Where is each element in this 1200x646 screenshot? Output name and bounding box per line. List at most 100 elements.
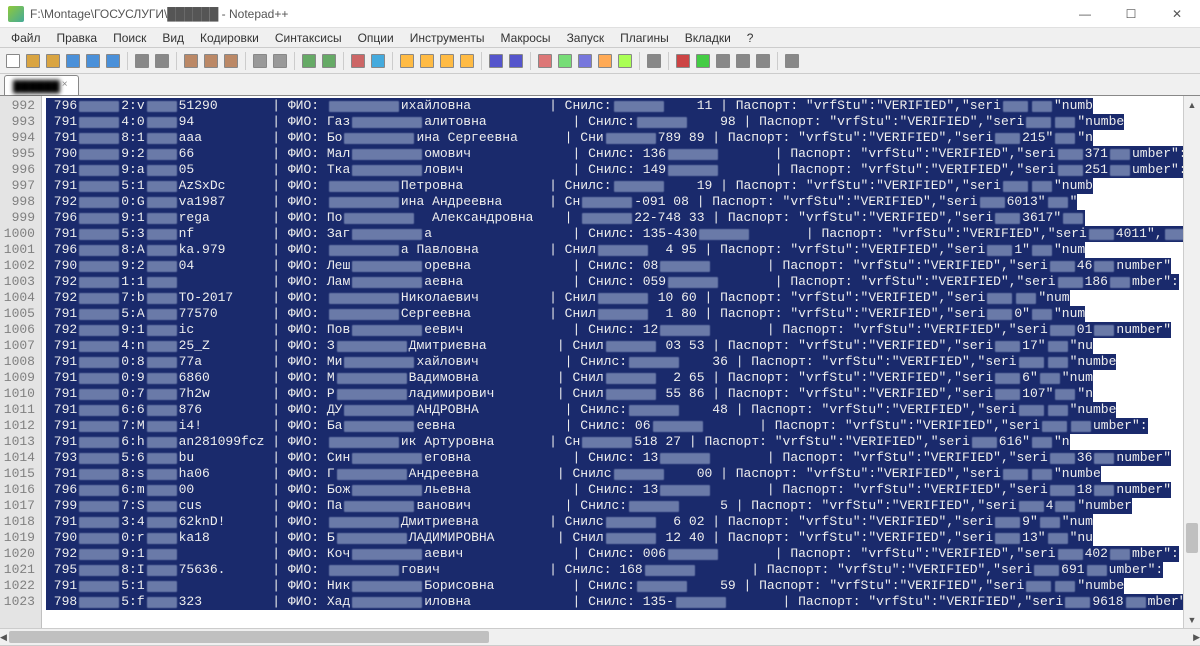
toolbar-button-8[interactable]: [153, 52, 171, 70]
toolbar-button-0[interactable]: [4, 52, 22, 70]
text-line[interactable]: 7910:877а | ФИО: Михайлович | Снилс: 36 …: [46, 354, 1200, 370]
menu-плагины[interactable]: Плагины: [613, 29, 676, 47]
text-line[interactable]: 7915:A77570 | ФИО: Сергеевна | Снил 1 80…: [46, 306, 1200, 322]
text-line[interactable]: 7920:Gva1987 | ФИО: ина Андреевна | Сн-0…: [46, 194, 1200, 210]
text-line[interactable]: 7917:Mi4! | ФИО: Баеевна | Снилс: 06 | П…: [46, 418, 1200, 434]
text-line[interactable]: 7969:1rega | ФИО: По Александровна | 22-…: [46, 210, 1200, 226]
toolbar-button-40[interactable]: [694, 52, 712, 70]
toolbar-button-32[interactable]: [556, 52, 574, 70]
toolbar-button-23[interactable]: [398, 52, 416, 70]
text-line[interactable]: 7909:266 | ФИО: Маломович | Снилс: 136 |…: [46, 146, 1200, 162]
scroll-thumb[interactable]: [9, 631, 489, 643]
menu-макросы[interactable]: Макросы: [494, 29, 558, 47]
menu-кодировки[interactable]: Кодировки: [193, 29, 266, 47]
toolbar-button-28[interactable]: [487, 52, 505, 70]
toolbar-button-24[interactable]: [418, 52, 436, 70]
text-line[interactable]: 7966:m00 | ФИО: Божльевна | Снилс: 13 | …: [46, 482, 1200, 498]
toolbar-button-35[interactable]: [616, 52, 634, 70]
toolbar-button-45[interactable]: [783, 52, 801, 70]
toolbar-button-17[interactable]: [300, 52, 318, 70]
scroll-thumb[interactable]: [1186, 523, 1198, 553]
text-line[interactable]: 7968:Aka.979 | ФИО: а Павловна | Снил 4 …: [46, 242, 1200, 258]
menu-файл[interactable]: Файл: [4, 29, 48, 47]
tab-close-icon[interactable]: ×: [62, 79, 74, 91]
menu-правка[interactable]: Правка: [50, 29, 105, 47]
toolbar-button-14[interactable]: [251, 52, 269, 70]
toolbar-button-10[interactable]: [182, 52, 200, 70]
toolbar-button-4[interactable]: [84, 52, 102, 70]
menu-вид[interactable]: Вид: [155, 29, 191, 47]
text-line[interactable]: 7958:I75636. | ФИО: гович | Снилс: 168 |…: [46, 562, 1200, 578]
text-line[interactable]: 7910:96860 | ФИО: МВадимовна | Снил 2 65…: [46, 370, 1200, 386]
vertical-scrollbar[interactable]: ▲ ▼: [1183, 96, 1200, 628]
maximize-button[interactable]: ☐: [1108, 0, 1154, 28]
text-line[interactable]: 7916:6876 | ФИО: ДУАНДРОВНА | Снилс: 48 …: [46, 402, 1200, 418]
text-line[interactable]: 7929:1ic | ФИО: Повеевич | Снилс: 12 | П…: [46, 322, 1200, 338]
titlebar: F:\Montage\ГОСУСЛУГИ\██████ - Notepad++ …: [0, 0, 1200, 28]
text-line[interactable]: 7909:204 | ФИО: Лешоревна | Снилс: 08 | …: [46, 258, 1200, 274]
text-line[interactable]: 7985:f323 | ФИО: Хадиловна | Снилс: 135-…: [46, 594, 1200, 610]
toolbar-button-33[interactable]: [576, 52, 594, 70]
text-line[interactable]: 7935:6bu | ФИО: Синеговна | Снилс: 13 | …: [46, 450, 1200, 466]
toolbar-button-12[interactable]: [222, 52, 240, 70]
horizontal-scrollbar[interactable]: ◀ ▶: [0, 628, 1200, 645]
toolbar-button-15[interactable]: [271, 52, 289, 70]
toolbar-button-20[interactable]: [349, 52, 367, 70]
toolbar-button-37[interactable]: [645, 52, 663, 70]
toolbar-button-25[interactable]: [438, 52, 456, 70]
scroll-left-icon[interactable]: ◀: [0, 629, 7, 646]
editor[interactable]: 9929939949959969979989991000100110021003…: [0, 96, 1200, 628]
text-line[interactable]: 7997:Scus | ФИО: Паванович | Снилс: 5 | …: [46, 498, 1200, 514]
toolbar-button-43[interactable]: [754, 52, 772, 70]
text-line[interactable]: 7918:sha06 | ФИО: ГАндреевна | Снилс 00 …: [46, 466, 1200, 482]
text-line[interactable]: 7915:3nf | ФИО: Зага | Снилс: 135-430 | …: [46, 226, 1200, 242]
text-line[interactable]: 7916:han281099fcz | ФИО: ик Артуровна | …: [46, 434, 1200, 450]
text-line[interactable]: 7919:a05 | ФИО: Ткалович | Снилс: 149 | …: [46, 162, 1200, 178]
text-line[interactable]: 7913:462knD! | ФИО: Дмитриевна | Снилс 6…: [46, 514, 1200, 530]
file-tab[interactable]: ██████ ×: [4, 75, 79, 95]
close-button[interactable]: ✕: [1154, 0, 1200, 28]
text-line[interactable]: 7914:094 | ФИО: Газалитовна | Снилс: 98 …: [46, 114, 1200, 130]
scroll-right-icon[interactable]: ▶: [1193, 629, 1200, 646]
menu-?[interactable]: ?: [740, 29, 761, 47]
text-line[interactable]: 7927:bТО-2017 | ФИО: Николаевич | Снил 1…: [46, 290, 1200, 306]
text-line[interactable]: 7921:1 | ФИО: Ламаевна | Снилс: 059 | Па…: [46, 274, 1200, 290]
toolbar-button-29[interactable]: [507, 52, 525, 70]
menu-поиск[interactable]: Поиск: [106, 29, 153, 47]
toolbar-button-41[interactable]: [714, 52, 732, 70]
app-icon: [8, 6, 24, 22]
toolbar-button-2[interactable]: [44, 52, 62, 70]
toolbar-button-7[interactable]: [133, 52, 151, 70]
toolbar-button-31[interactable]: [536, 52, 554, 70]
text-line[interactable]: 7962:v51290 | ФИО: ихайловна | Снилс: 11…: [46, 98, 1200, 114]
text-line[interactable]: 7915:1 | ФИО: НикБорисовна | Снилс: 59 |…: [46, 578, 1200, 594]
toolbar-button-39[interactable]: [674, 52, 692, 70]
text-line[interactable]: 7929:1 | ФИО: Кочаевич | Снилс: 006 | Па…: [46, 546, 1200, 562]
toolbar-button-3[interactable]: [64, 52, 82, 70]
toolbar-button-5[interactable]: [104, 52, 122, 70]
text-line[interactable]: 7914:n25_Z | ФИО: ЗДмитриевна | Снил 03 …: [46, 338, 1200, 354]
text-line[interactable]: 7900:rka18 | ФИО: БЛАДИМИРОВНА | Снил 12…: [46, 530, 1200, 546]
toolbar-button-21[interactable]: [369, 52, 387, 70]
toolbar-button-42[interactable]: [734, 52, 752, 70]
text-line[interactable]: 7915:1AzSxDc | ФИО: Петровна | Снилс: 19…: [46, 178, 1200, 194]
menu-инструменты[interactable]: Инструменты: [403, 29, 492, 47]
toolbar-button-34[interactable]: [596, 52, 614, 70]
toolbar-button-11[interactable]: [202, 52, 220, 70]
toolbar-button-1[interactable]: [24, 52, 42, 70]
minimize-button[interactable]: —: [1062, 0, 1108, 28]
menu-опции[interactable]: Опции: [351, 29, 401, 47]
toolbar-button-26[interactable]: [458, 52, 476, 70]
toolbar: [0, 48, 1200, 74]
toolbar-button-18[interactable]: [320, 52, 338, 70]
tab-label: ██████: [13, 81, 60, 91]
menu-синтаксисы[interactable]: Синтаксисы: [268, 29, 349, 47]
text-area[interactable]: 7962:v51290 | ФИО: ихайловна | Снилс: 11…: [42, 96, 1200, 628]
menu-запуск[interactable]: Запуск: [560, 29, 612, 47]
menu-вкладки[interactable]: Вкладки: [678, 29, 738, 47]
tabbar: ██████ ×: [0, 74, 1200, 96]
text-line[interactable]: 7918:1aaa | ФИО: Боина Сергеевна | Сни78…: [46, 130, 1200, 146]
scroll-down-icon[interactable]: ▼: [1184, 611, 1200, 628]
scroll-up-icon[interactable]: ▲: [1184, 96, 1200, 113]
text-line[interactable]: 7910:77h2w | ФИО: Рладимирович | Снил 55…: [46, 386, 1200, 402]
